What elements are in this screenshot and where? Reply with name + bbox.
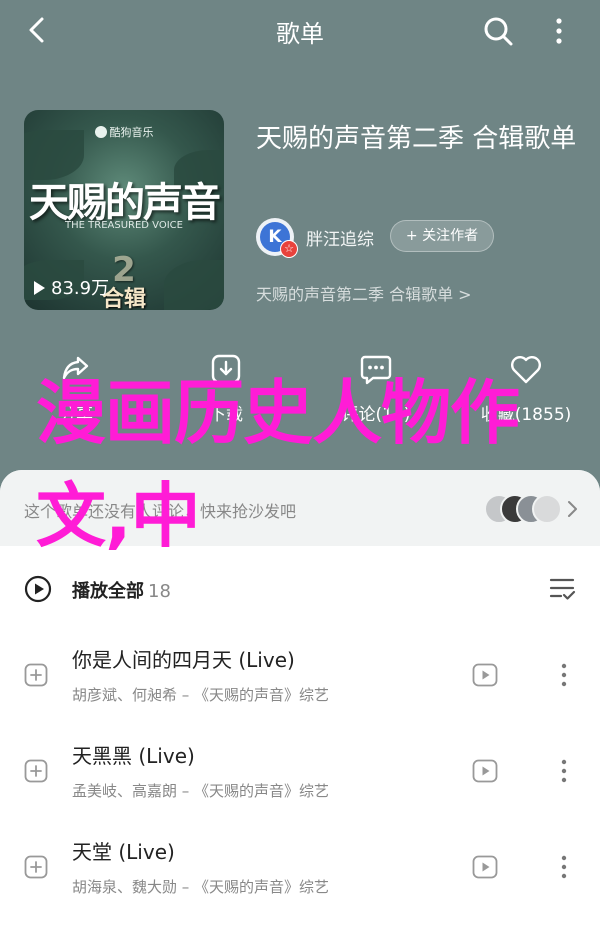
heart-icon xyxy=(511,356,541,384)
follow-button[interactable]: + 关注作者 xyxy=(390,220,494,252)
play-count: 83.9万 xyxy=(34,274,109,300)
creator-name[interactable]: 胖汪追综 xyxy=(306,225,374,250)
add-icon[interactable] xyxy=(24,759,48,783)
song-title: 你是人间的四月天 (Live) xyxy=(72,648,295,672)
avatar xyxy=(532,494,562,524)
song-subtitle: 胡彦斌、何昶希 – 《天赐的声音》综艺 xyxy=(72,686,330,704)
song-row[interactable]: 天黑黑 (Live) 孟美岐、高嘉朗 – 《天赐的声音》综艺 xyxy=(0,726,600,822)
verified-badge-icon: ☆ xyxy=(280,240,298,258)
brand-logo-icon xyxy=(94,126,107,138)
play-all-button[interactable]: 播放全部 18 xyxy=(72,577,171,603)
creator-avatar[interactable]: K ☆ xyxy=(256,218,298,258)
mv-play-icon[interactable] xyxy=(472,854,498,880)
search-icon[interactable] xyxy=(481,14,515,48)
mv-play-icon[interactable] xyxy=(472,758,498,784)
song-list-panel: 这个歌单还没有人评论，快来抢沙发吧 播放全部 18 你是人间的四月天 (Live)… xyxy=(0,470,600,930)
comment-icon xyxy=(360,355,392,385)
download-action[interactable]: 下载 xyxy=(171,352,281,425)
play-all-icon[interactable] xyxy=(24,575,52,603)
song-subtitle: 孟美岐、高嘉朗 – 《天赐的声音》综艺 xyxy=(72,782,330,800)
song-title: 天黑黑 (Live) xyxy=(72,744,195,768)
commenter-avatars xyxy=(484,494,562,524)
cover-brand: 酷狗音乐 xyxy=(24,124,224,140)
comment-action[interactable]: 评论(14) xyxy=(321,352,431,425)
share-action[interactable]: 分享 xyxy=(21,352,131,425)
more-vertical-icon[interactable] xyxy=(552,756,576,786)
comment-bar-text: 这个歌单还没有人评论，快来抢沙发吧 xyxy=(24,502,297,521)
more-vertical-icon[interactable] xyxy=(552,660,576,690)
back-arrow-icon[interactable] xyxy=(22,14,52,46)
song-row[interactable]: 天堂 (Live) 胡海泉、魏大勋 – 《天赐的声音》综艺 xyxy=(0,822,600,918)
download-icon xyxy=(211,354,241,384)
song-row[interactable]: 你是人间的四月天 (Live) 胡彦斌、何昶希 – 《天赐的声音》综艺 xyxy=(0,630,600,726)
mv-play-icon[interactable] xyxy=(472,662,498,688)
multi-select-icon[interactable] xyxy=(548,576,576,602)
add-icon[interactable] xyxy=(24,855,48,879)
add-icon[interactable] xyxy=(24,663,48,687)
more-vertical-icon[interactable] xyxy=(552,852,576,882)
more-vertical-icon[interactable] xyxy=(547,14,571,48)
favorite-action[interactable]: 收藏(1855) xyxy=(471,352,581,425)
top-bar: 歌单 xyxy=(0,0,600,62)
song-subtitle: 胡海泉、魏大勋 – 《天赐的声音》综艺 xyxy=(72,878,330,896)
share-icon xyxy=(62,356,89,380)
play-icon xyxy=(34,281,45,295)
song-count: 18 xyxy=(148,581,171,602)
chevron-right-icon xyxy=(568,501,577,517)
cover-english-title: THE TREASURED VOICE xyxy=(65,220,183,231)
song-title: 天堂 (Live) xyxy=(72,840,175,864)
playlist-description[interactable]: 天赐的声音第二季 合辑歌单 > xyxy=(256,281,472,305)
comment-bar[interactable]: 这个歌单还没有人评论，快来抢沙发吧 xyxy=(0,470,600,546)
playlist-cover[interactable]: 酷狗音乐 天赐的声音 THE TREASURED VOICE 2 合辑 83.9… xyxy=(24,110,224,310)
playlist-title: 天赐的声音第二季 合辑歌单 xyxy=(256,124,577,154)
